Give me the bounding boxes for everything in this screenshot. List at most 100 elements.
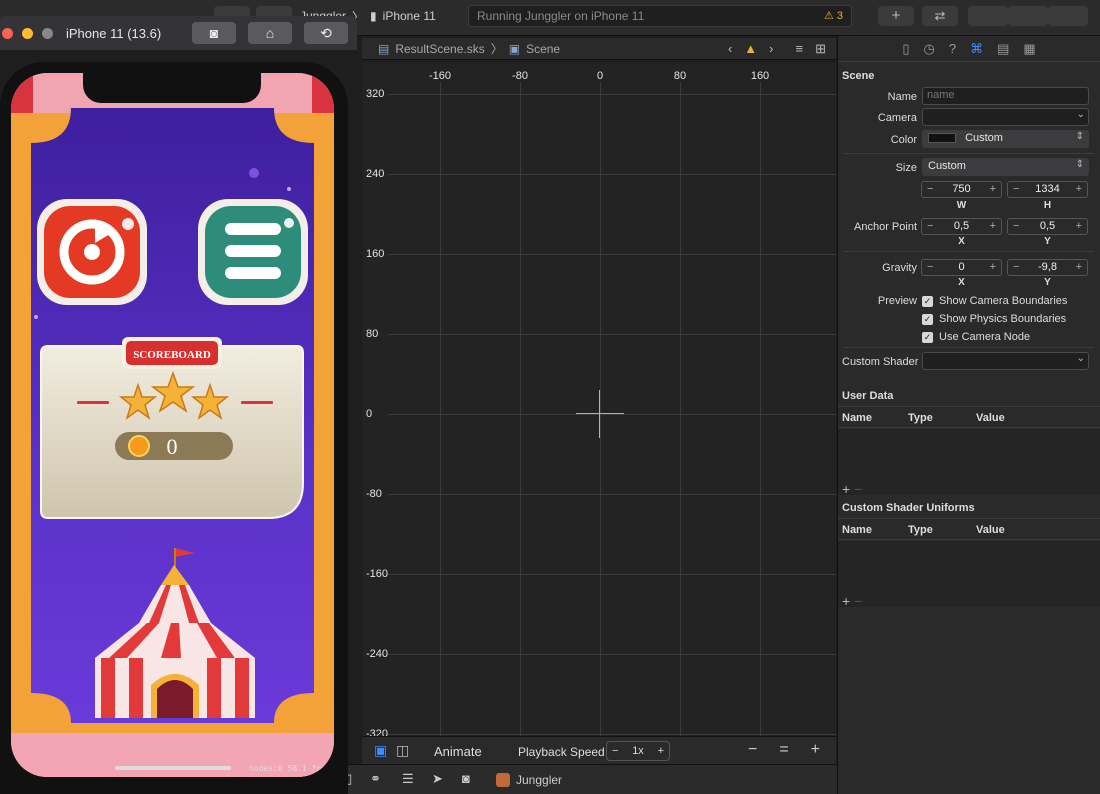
add-uniform-button[interactable]: + − <box>842 593 862 609</box>
debug-area-toggle-icon[interactable] <box>1008 6 1048 26</box>
show-camera-boundaries-checkbox[interactable]: ✓ Show Camera Boundaries <box>922 295 1067 307</box>
add-editor-icon[interactable]: ⊞ <box>815 41 826 57</box>
animate-button[interactable]: Animate <box>434 744 482 759</box>
name-row: Name name <box>838 87 1100 107</box>
size-inspector-icon[interactable]: ▤ <box>997 41 1009 57</box>
scene-graph-icon[interactable]: ◫ <box>396 742 409 759</box>
sparkle <box>249 168 259 178</box>
checkmark-icon: ✓ <box>922 331 933 343</box>
library-plus-icon[interactable]: + <box>878 6 914 26</box>
jump-bar-file[interactable]: ResultScene.sks <box>395 42 484 56</box>
divider <box>844 347 1094 348</box>
camera-row: Camera ⌄ <box>838 108 1100 128</box>
divider <box>844 251 1094 252</box>
environment-overrides-icon[interactable]: ☰ <box>402 771 414 787</box>
location-icon[interactable]: ➤ <box>432 771 443 787</box>
list-icon[interactable]: ≡ <box>796 41 804 57</box>
inspector-toggle-icon[interactable] <box>1048 6 1088 26</box>
camera-icon[interactable]: ◙ <box>462 771 470 786</box>
zoom-reset-icon[interactable]: = <box>779 741 788 759</box>
zoom-out-icon[interactable]: − <box>748 741 757 759</box>
warning-icon[interactable]: ▲ <box>744 41 757 57</box>
playback-speed-value: 1x <box>632 745 644 757</box>
anchor-y-stepper[interactable]: −0,5 + <box>1007 218 1088 235</box>
anchor-x-stepper[interactable]: −0,5 + <box>921 218 1002 235</box>
width-stepper[interactable]: −750 + <box>921 181 1002 198</box>
attributes-inspector-icon[interactable]: ⌘ <box>970 41 983 57</box>
close-window-icon[interactable] <box>2 28 13 39</box>
debug-target[interactable]: Junggler <box>496 773 562 787</box>
color-well[interactable]: Custom ⇕ <box>922 130 1089 148</box>
column-name: Name <box>842 412 872 424</box>
name-input[interactable]: name <box>922 87 1089 105</box>
add-user-data-button[interactable]: + − <box>842 481 862 497</box>
chevron-left-icon[interactable]: ‹ <box>728 41 732 57</box>
simulator-titlebar: iPhone 11 (13.6) ◙ ⌂ ⟲ <box>0 16 357 50</box>
code-review-icon[interactable]: ⇄ <box>922 6 958 26</box>
library-inspector-icon[interactable]: ▦ <box>1023 41 1035 57</box>
memory-graph-icon[interactable]: ⚭ <box>370 771 381 787</box>
gravity-x-stepper[interactable]: −0 + <box>921 259 1002 276</box>
minus-icon[interactable]: − <box>612 745 618 757</box>
chevron-right-icon[interactable]: › <box>769 41 773 57</box>
help-inspector-icon[interactable]: ? <box>949 41 956 56</box>
y-tick-label: -320 <box>366 728 389 736</box>
use-camera-node-checkbox[interactable]: ✓ Use Camera Node <box>922 331 1030 343</box>
attributes-inspector: ▯ ◷ ? ⌘ ▤ ▦ Scene Name name Camera ⌄ Col… <box>837 36 1100 794</box>
home-indicator[interactable] <box>115 766 231 770</box>
sparkle <box>287 187 291 191</box>
custom-shader-row: Custom Shader ⌄ <box>838 352 1100 372</box>
user-data-table[interactable] <box>838 429 1100 495</box>
file-inspector-icon[interactable]: ▯ <box>902 41 909 57</box>
navigator-toggle-icon[interactable] <box>968 6 1008 26</box>
menu-button[interactable] <box>198 199 308 305</box>
chevron-updown-icon: ⇕ <box>1075 131 1084 142</box>
debug-target-name: Junggler <box>516 773 563 787</box>
gravity-y-stepper[interactable]: − -9,8 + <box>1007 259 1088 276</box>
minimize-window-icon[interactable] <box>22 28 33 39</box>
color-label: Color <box>890 134 917 146</box>
width-sublabel: W <box>956 200 967 211</box>
show-physics-boundaries-checkbox[interactable]: ✓ Show Physics Boundaries <box>922 313 1066 325</box>
playback-speed-stepper[interactable]: − 1x + <box>606 741 670 761</box>
y-tick-label: 240 <box>366 168 385 180</box>
home-icon[interactable]: ⌂ <box>248 22 292 44</box>
scoreboard-panel: SCOREBOARD 0 <box>40 337 304 519</box>
warning-badge[interactable]: ⚠ 3 <box>824 9 843 22</box>
grid-line <box>388 574 836 575</box>
grid-line <box>600 82 601 736</box>
screenshot-icon[interactable]: ◙ <box>192 22 236 44</box>
simulator-title: iPhone 11 (13.6) <box>66 26 162 41</box>
camera-select[interactable]: ⌄ <box>922 108 1089 126</box>
anchor-x-value: 0,5 <box>953 220 970 232</box>
height-stepper[interactable]: −1334 + <box>1007 181 1088 198</box>
size-select[interactable]: Custom ⇕ <box>922 158 1089 176</box>
checkbox-label: Show Camera Boundaries <box>939 295 1068 307</box>
user-data-header: Name Type Value <box>838 406 1100 428</box>
restart-button[interactable] <box>37 199 147 305</box>
uniforms-title: Custom Shader Uniforms <box>842 502 975 514</box>
color-row: Color Custom ⇕ <box>838 130 1100 150</box>
custom-shader-select[interactable]: ⌄ <box>922 352 1089 370</box>
y-tick-label: -80 <box>366 488 382 500</box>
column-value: Value <box>976 524 1005 536</box>
jump-bar-node[interactable]: Scene <box>526 42 560 56</box>
zoom-in-icon[interactable]: + <box>811 741 820 759</box>
history-inspector-icon[interactable]: ◷ <box>923 41 934 57</box>
scene-canvas[interactable]: -160 -80 0 80 160 320 240 160 80 0 -80 -… <box>362 62 836 736</box>
layout-toggle-icon[interactable]: ▣ <box>374 742 387 759</box>
grid-line <box>388 654 836 655</box>
grid-line <box>388 414 836 415</box>
iphone-frame: SCOREBOARD 0 nodes:6 58.1 fps <box>0 62 348 794</box>
grid-line <box>388 94 836 95</box>
grid-line <box>388 334 836 335</box>
zoom-window-icon[interactable] <box>42 28 53 39</box>
chevron-down-icon: ⌄ <box>1076 353 1085 364</box>
rotate-icon[interactable]: ⟲ <box>304 22 348 44</box>
playback-speed-label: Playback Speed <box>518 745 605 759</box>
inspector-tabs: ▯ ◷ ? ⌘ ▤ ▦ <box>838 36 1100 62</box>
game-screen[interactable]: SCOREBOARD 0 nodes:6 58.1 fps <box>11 73 334 777</box>
uniforms-table[interactable] <box>838 541 1100 607</box>
column-type: Type <box>908 524 933 536</box>
plus-icon[interactable]: + <box>658 745 664 757</box>
